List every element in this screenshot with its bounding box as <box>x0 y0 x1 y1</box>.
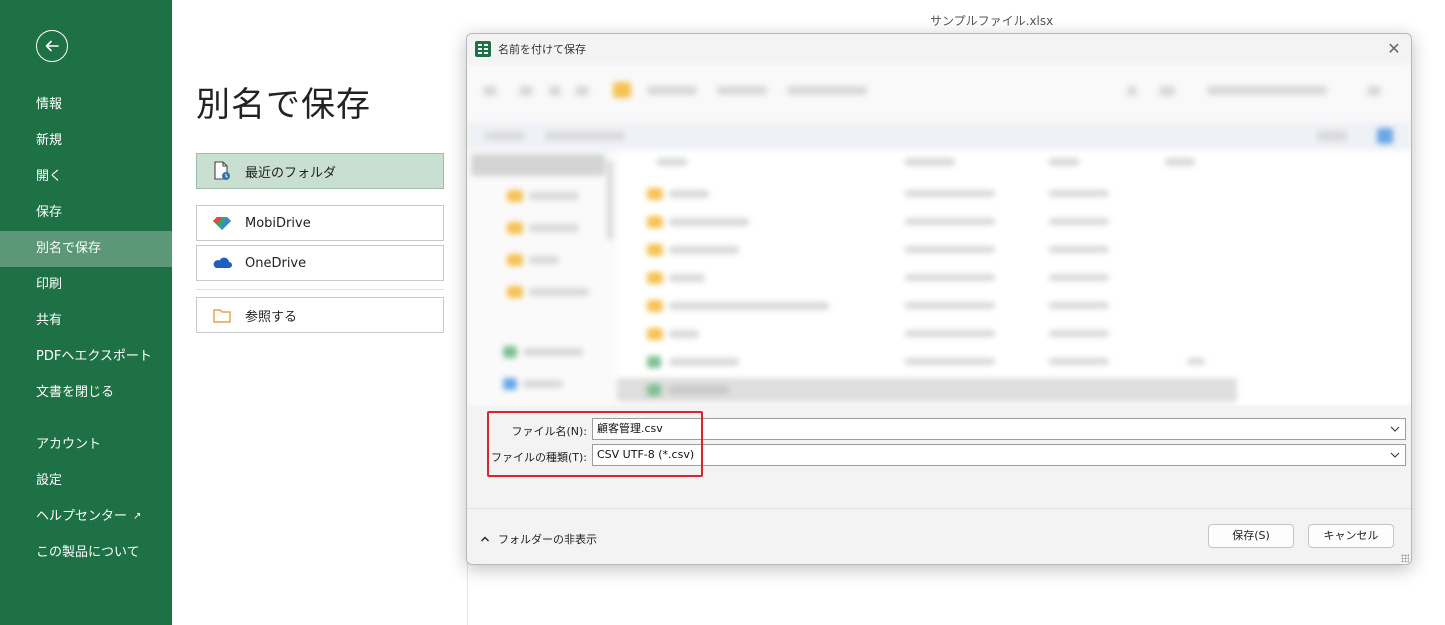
onedrive-cloud-icon <box>211 253 233 273</box>
mobidrive-icon <box>211 213 233 233</box>
external-link-icon: ↗ <box>133 511 142 522</box>
nav-print[interactable]: 印刷 <box>0 267 172 303</box>
chevron-up-icon <box>481 536 489 542</box>
save-form: ファイル名(N): 顧客管理.csv ファイルの種類(T): CSV UTF-8… <box>467 406 1411 508</box>
filename-label: ファイル名(N): <box>511 425 587 438</box>
nav-export-pdf[interactable]: PDFヘエクスポート <box>0 339 172 375</box>
filename-value: 顧客管理.csv <box>597 422 663 435</box>
location-divider <box>196 289 444 290</box>
blurred-command-bar <box>467 122 1411 150</box>
blurred-navigation-bar <box>467 64 1411 122</box>
dialog-footer: フォルダーの非表示 保存(S) キャンセル <box>467 508 1411 564</box>
location-mobidrive-label: MobiDrive <box>245 215 311 231</box>
arrow-left-icon <box>45 40 59 52</box>
location-onedrive[interactable]: OneDrive <box>196 245 444 281</box>
dialog-title: 名前を付けて保存 <box>498 43 586 56</box>
nav-account[interactable]: アカウント <box>0 427 172 463</box>
filetype-value: CSV UTF-8 (*.csv) <box>597 448 695 461</box>
nav-save[interactable]: 保存 <box>0 195 172 231</box>
nav-help-center-label: ヘルプセンター <box>36 509 128 524</box>
blurred-file-list <box>617 150 1411 406</box>
location-browse-label: 参照する <box>245 309 298 325</box>
location-mobidrive[interactable]: MobiDrive <box>196 205 444 241</box>
folder-icon <box>211 305 233 325</box>
backstage-sidebar: 情報 新規 開く 保存 別名で保存 印刷 共有 PDFヘエクスポート 文書を閉じ… <box>0 0 172 625</box>
nav-open[interactable]: 開く <box>0 159 172 195</box>
page-title: 別名で保存 <box>196 85 371 125</box>
dialog-titlebar: 名前を付けて保存 ✕ <box>467 34 1411 64</box>
close-icon[interactable]: ✕ <box>1385 40 1403 58</box>
blurred-file-browser <box>467 64 1411 406</box>
recent-document-icon <box>211 161 233 181</box>
hide-folders-label: フォルダーの非表示 <box>498 533 597 546</box>
nav-share[interactable]: 共有 <box>0 303 172 339</box>
location-browse[interactable]: 参照する <box>196 297 444 333</box>
nav-save-as[interactable]: 別名で保存 <box>0 231 172 267</box>
location-onedrive-label: OneDrive <box>245 255 307 271</box>
save-button[interactable]: 保存(S) <box>1208 524 1294 548</box>
backstage-divider <box>467 560 468 625</box>
back-button[interactable] <box>36 30 68 62</box>
nav-help-center[interactable]: ヘルプセンター ↗ <box>0 499 172 535</box>
chevron-down-icon[interactable] <box>1389 449 1401 461</box>
window-title: サンプルファイル.xlsx <box>930 14 1054 28</box>
nav-settings[interactable]: 設定 <box>0 463 172 499</box>
spreadsheet-app-icon <box>475 41 491 57</box>
filename-input[interactable]: 顧客管理.csv <box>592 418 1406 440</box>
cancel-button[interactable]: キャンセル <box>1308 524 1394 548</box>
nav-new[interactable]: 新規 <box>0 123 172 159</box>
filetype-label: ファイルの種類(T): <box>490 451 587 464</box>
nav-close-document[interactable]: 文書を閉じる <box>0 375 172 411</box>
nav-about[interactable]: この製品について <box>0 535 172 571</box>
chevron-down-icon[interactable] <box>1389 423 1401 435</box>
filetype-select[interactable]: CSV UTF-8 (*.csv) <box>592 444 1406 466</box>
location-recent-folders[interactable]: 最近のフォルダ <box>196 153 444 189</box>
save-as-dialog: 名前を付けて保存 ✕ ファイル名(N): 顧客管理.csv ファイルの種類(T)… <box>466 33 1412 565</box>
blurred-folder-tree <box>467 150 617 406</box>
location-recent-folders-label: 最近のフォルダ <box>245 165 337 181</box>
resize-grip[interactable] <box>1401 554 1409 562</box>
nav-info[interactable]: 情報 <box>0 87 172 123</box>
hide-folders-toggle[interactable]: フォルダーの非表示 <box>480 531 597 547</box>
